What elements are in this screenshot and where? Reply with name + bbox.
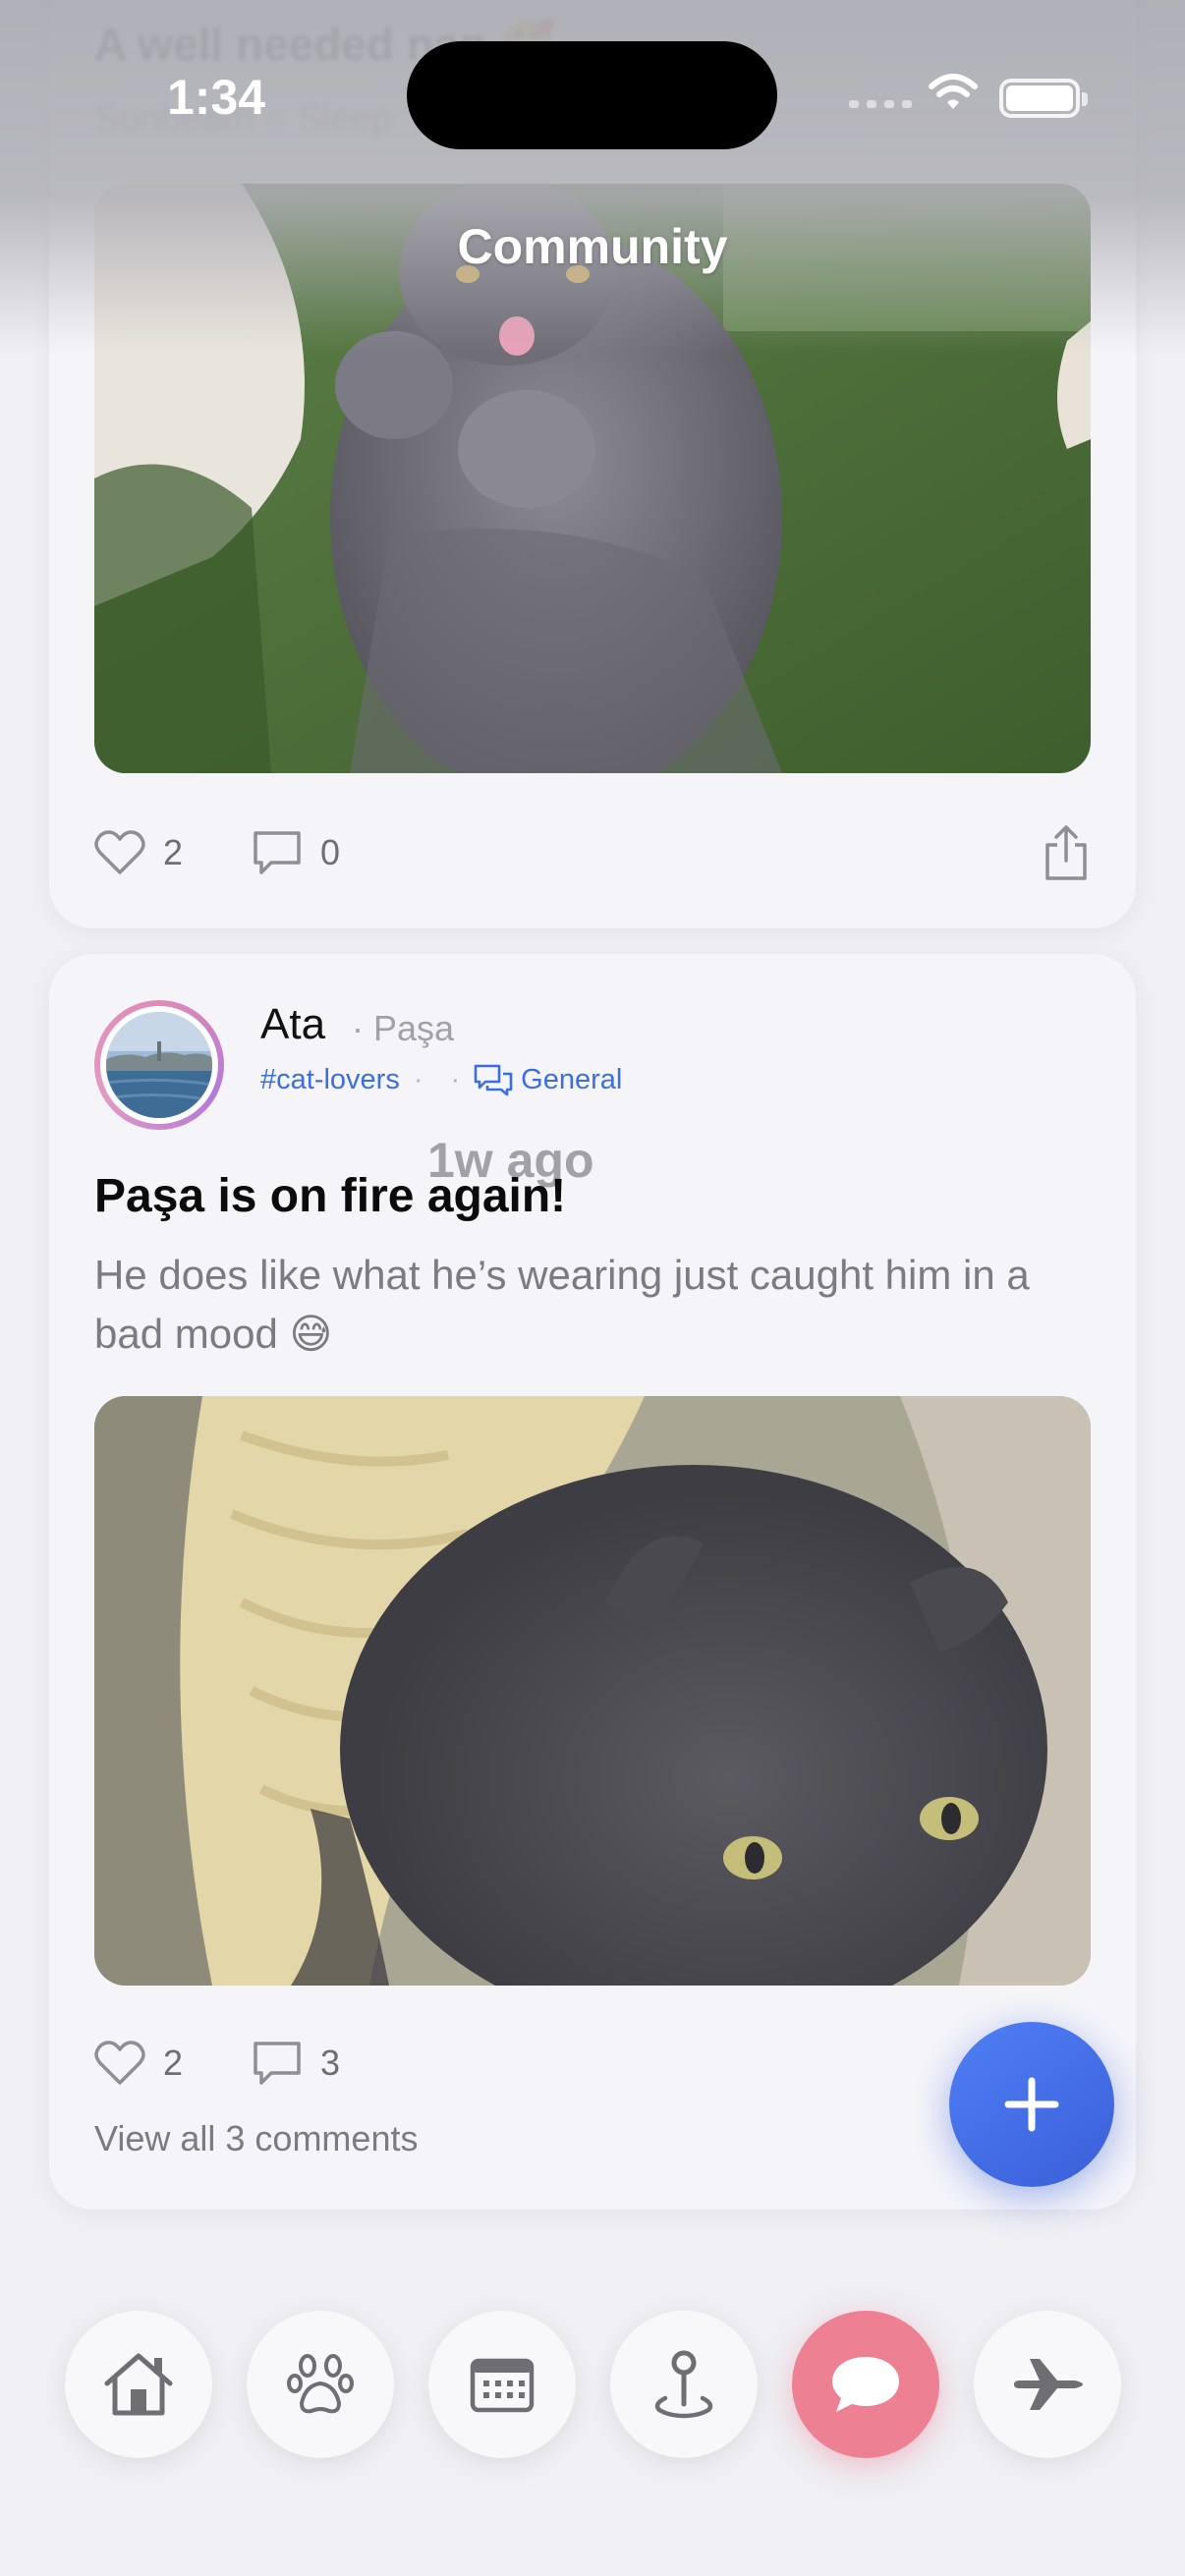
location-pin-icon (654, 2350, 713, 2419)
previous-post-actions: 2 0 (94, 823, 409, 882)
like-count: 2 (163, 2043, 184, 2083)
like-button[interactable]: 2 (94, 2041, 183, 2086)
airplane-icon (1014, 2359, 1083, 2410)
category-badge[interactable]: General (474, 1063, 622, 1096)
calendar-icon (470, 2358, 535, 2413)
comment-button[interactable]: 3 (252, 2040, 340, 2087)
chat-bubble-icon (832, 2357, 899, 2412)
create-post-button[interactable] (949, 2022, 1114, 2187)
author-avatar[interactable] (94, 1000, 224, 1130)
post-actions: 2 3 (94, 2034, 409, 2093)
wifi-icon (929, 74, 978, 109)
category-label: General (521, 1063, 623, 1095)
pet-name[interactable]: · Paşa (352, 1008, 454, 1049)
heart-icon (94, 830, 145, 874)
post-title: Paşa is on fire again! (94, 1170, 567, 1222)
comment-button[interactable]: 0 (252, 829, 340, 876)
avatar-photo (106, 1012, 212, 1118)
tab-home[interactable] (65, 2311, 212, 2458)
post-photo-cat-sweater[interactable] (94, 1396, 1091, 1986)
post-body: He does like what he’s wearing just caug… (94, 1252, 1030, 1357)
comment-count: 3 (320, 2043, 341, 2083)
like-button[interactable]: 2 (94, 830, 183, 875)
paw-icon (287, 2354, 354, 2414)
plus-icon (1004, 2077, 1059, 2132)
tab-pets[interactable] (247, 2311, 394, 2458)
heart-icon (94, 2041, 145, 2085)
hashtag-link[interactable]: #cat-lovers (260, 1064, 400, 1096)
home-icon (104, 2353, 173, 2416)
share-button[interactable] (1040, 823, 1093, 882)
battery-icon (999, 79, 1088, 118)
separator-dot: · (413, 1063, 423, 1095)
cellular-signal-icon (849, 100, 920, 108)
separator-dot: · (450, 1063, 461, 1095)
tab-map[interactable] (610, 2311, 758, 2458)
post-meta: #cat-lovers · 1w ago · General (260, 1063, 622, 1189)
bottom-tab-bar (0, 2311, 1185, 2458)
page-title: Community (457, 219, 728, 274)
share-icon (1045, 825, 1087, 880)
status-time: 1:34 (167, 70, 266, 125)
dynamic-island (407, 41, 777, 149)
view-all-comments-link[interactable]: View all 3 comments (94, 2118, 418, 2159)
author-name[interactable]: Ata (260, 1000, 325, 1049)
tab-calendar[interactable] (428, 2311, 576, 2458)
tab-travel[interactable] (974, 2311, 1121, 2458)
chat-bubbles-icon (474, 1064, 513, 1096)
like-count: 2 (163, 832, 184, 872)
comment-icon (254, 831, 301, 874)
tab-community[interactable] (792, 2311, 939, 2458)
comment-count: 0 (320, 832, 341, 872)
comment-icon (254, 2042, 301, 2085)
